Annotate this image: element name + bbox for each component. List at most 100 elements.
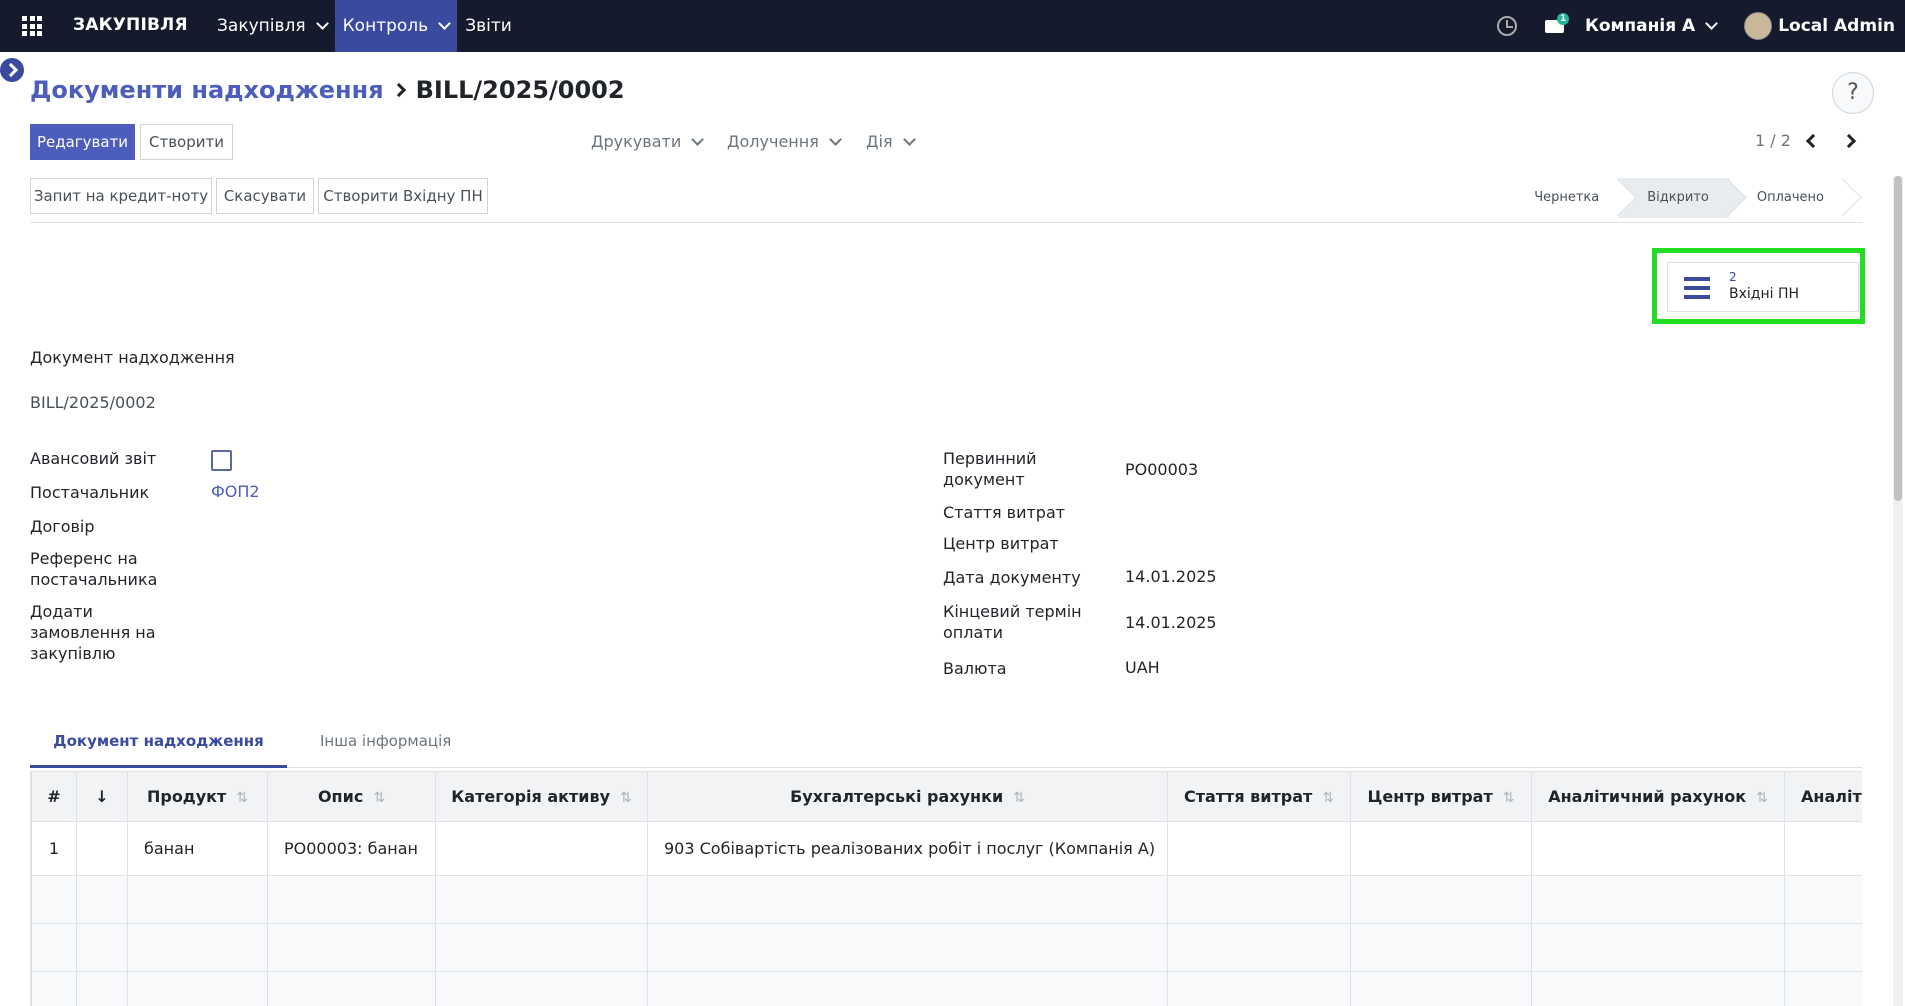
print-dropdown[interactable]: Друкувати (591, 132, 705, 151)
cancel-button[interactable]: Скасувати (216, 178, 314, 214)
sort-icon: ⇅ (620, 790, 632, 806)
add-purchase-order-label: Додати замовлення на закупівлю (30, 601, 156, 664)
cell-number: 1 (31, 821, 77, 876)
vendor-label: Постачальник (30, 483, 150, 502)
smart-button-count: 2 (1729, 270, 1737, 284)
cell-cost-center[interactable] (1350, 821, 1532, 876)
col-accounts-label: Бухгалтерські рахунки (790, 787, 1004, 806)
col-analytic-account-label: Аналітичний рахунок (1548, 787, 1747, 806)
col-number: # (31, 771, 77, 822)
col-cost-center[interactable]: Центр витрат ⇅ (1350, 771, 1532, 822)
stage-paid[interactable]: Оплачено (1728, 178, 1844, 218)
tab-other-info[interactable]: Інша інформація (320, 732, 451, 750)
col-description[interactable]: Опис ⇅ (267, 771, 436, 822)
currency-label: Валюта (943, 659, 1007, 678)
source-document-label-line2: документ (943, 470, 1025, 489)
print-label: Друкувати (591, 132, 682, 151)
form-statusbar: Запит на кредит-ноту Скасувати Створити … (30, 176, 1862, 223)
col-accounts[interactable]: Бухгалтерські рахунки ⇅ (647, 771, 1168, 822)
col-cost-center-label: Центр витрат (1367, 787, 1493, 806)
pager-previous-icon[interactable] (1805, 133, 1821, 149)
menu-reports[interactable]: Звіти (457, 0, 520, 52)
apps-grid-icon[interactable] (22, 16, 42, 36)
contract-label: Договір (30, 517, 95, 536)
invoice-lines-table: # ↓ Продукт ⇅ Опис ⇅ Категорія активу ⇅ Бух… (30, 771, 1862, 1006)
col-expense-item[interactable]: Стаття витрат ⇅ (1167, 771, 1351, 822)
menu-purchase-label: Закупівля (217, 16, 306, 36)
main-menu: Закупівля Контроль Звіти (209, 0, 520, 52)
document-date-label: Дата документу (943, 568, 1081, 587)
vendor-reference-label-line1: Референс на (30, 549, 138, 568)
tab-document[interactable]: Документ надходження (30, 732, 287, 768)
col-asset-category-label: Категорія активу (451, 787, 611, 806)
company-name: Компанія А (1584, 16, 1696, 36)
action-dropdown[interactable]: Дія (866, 132, 916, 151)
status-stages: Чернетка Відкрито Оплачено (1506, 178, 1844, 218)
col-analytic-tags[interactable]: Аналіт (1784, 771, 1862, 822)
messages-icon[interactable]: 1 (1544, 13, 1570, 35)
col-product[interactable]: Продукт ⇅ (127, 771, 268, 822)
col-analytic-account[interactable]: Аналітичний рахунок ⇅ (1531, 771, 1785, 822)
create-incoming-tax-invoice-button[interactable]: Створити Вхідну ПН (318, 178, 488, 214)
breadcrumb-current: BILL/2025/0002 (415, 76, 625, 104)
menu-purchase[interactable]: Закупівля (209, 0, 335, 52)
cell-analytic-tags[interactable] (1784, 821, 1862, 876)
list-icon (1684, 277, 1710, 304)
navbar-systray: 1 Компанія А Local Admin (1496, 0, 1905, 52)
stage-draft[interactable]: Чернетка (1506, 178, 1620, 218)
sidebar-toggle-icon[interactable] (0, 58, 24, 82)
chevron-down-icon (691, 132, 705, 146)
menu-control-label: Контроль (342, 16, 429, 36)
col-description-label: Опис (317, 787, 364, 806)
cell-asset-category[interactable] (435, 821, 648, 876)
advance-report-label: Авансовий звіт (30, 449, 157, 468)
smart-button-highlight: 2 Вхідні ПН (1652, 248, 1865, 324)
create-button[interactable]: Створити (140, 124, 233, 160)
breadcrumb: Документи надходження BILL/2025/0002 (30, 76, 625, 104)
form-title-label: Документ надходження (30, 348, 235, 367)
document-number: BILL/2025/0002 (30, 393, 156, 412)
expense-item-label: Стаття витрат (943, 503, 1066, 522)
chevron-down-icon (438, 17, 452, 30)
menu-control[interactable]: Контроль (334, 0, 458, 52)
scrollbar-thumb[interactable] (1894, 176, 1902, 501)
due-date-label: Кінцевий термін оплати (943, 601, 1082, 643)
breadcrumb-parent-link[interactable]: Документи надходження (30, 76, 384, 104)
edit-button[interactable]: Редагувати (30, 124, 135, 160)
menu-reports-label: Звіти (465, 16, 512, 36)
attachments-dropdown[interactable]: Долучення (727, 132, 842, 151)
request-credit-note-button[interactable]: Запит на кредит-ноту (30, 178, 212, 214)
activity-clock-icon[interactable] (1496, 16, 1517, 36)
pager-next-icon[interactable] (1841, 133, 1857, 149)
page-scrollbar[interactable] (1893, 176, 1903, 1006)
col-expense-item-label: Стаття витрат (1183, 787, 1313, 806)
attachments-label: Долучення (727, 132, 819, 151)
col-analytic-tags-label: Аналіт (1801, 787, 1862, 806)
col-asset-category[interactable]: Категорія активу ⇅ (435, 771, 648, 822)
cell-account[interactable]: 903 Собівартість реалізованих робіт і по… (647, 821, 1168, 876)
sort-icon: ⇅ (1756, 790, 1768, 806)
vendor-link[interactable]: ФОП2 (211, 482, 260, 501)
pager-value[interactable]: 1 / 2 (1755, 131, 1791, 150)
form-tabs: Документ надходження Інша інформація (30, 720, 1862, 768)
sort-arrow-icon: ↓ (95, 787, 109, 806)
help-button[interactable]: ? (1832, 72, 1874, 114)
col-sequence[interactable]: ↓ (76, 771, 128, 822)
add-po-label-line1: Додати (30, 602, 93, 621)
company-switcher[interactable]: Компанія А (1584, 16, 1719, 36)
col-product-label: Продукт (146, 787, 227, 806)
app-brand[interactable]: ЗАКУПІВЛЯ (73, 15, 188, 35)
cell-analytic-account[interactable] (1531, 821, 1785, 876)
currency-value: UAH (1125, 658, 1160, 677)
vendor-reference-label: Референс на постачальника (30, 548, 157, 590)
table-row[interactable]: 1 банан PO00003: банан 903 Собівартість … (31, 821, 1862, 876)
smart-button-label: Вхідні ПН (1729, 286, 1800, 302)
cell-description[interactable]: PO00003: банан (267, 821, 436, 876)
sort-icon: ⇅ (1322, 790, 1335, 806)
advance-report-checkbox[interactable] (211, 450, 232, 471)
due-date-value: 14.01.2025 (1125, 613, 1217, 632)
cell-product[interactable]: банан (127, 821, 268, 876)
user-menu[interactable]: Local Admin (1744, 12, 1895, 40)
incoming-tax-invoices-smart-button[interactable]: 2 Вхідні ПН (1667, 262, 1859, 312)
cell-expense-item[interactable] (1167, 821, 1351, 876)
